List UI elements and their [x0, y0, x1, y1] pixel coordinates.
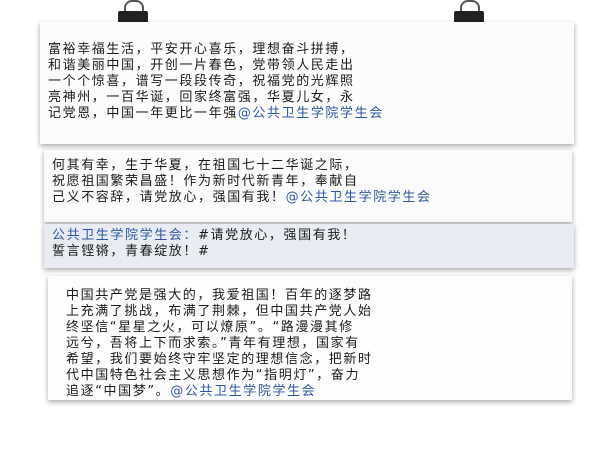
message-card-3: 公共卫生学院学生会：#请党放心，强国有我！ 誓言铿锵，青春绽放！# [44, 224, 574, 268]
mention-tag[interactable]: @公共卫生学院学生会 [238, 106, 384, 121]
mention-tag[interactable]: @公共卫生学院学生会 [286, 190, 432, 205]
message-card-1: 富裕幸福生活，平安开心喜乐，理想奋斗拼搏， 和谐美丽中国，开创一片春色，党带领人… [40, 22, 574, 144]
author-tag[interactable]: 公共卫生学院学生会： [52, 228, 198, 243]
message-card-2: 何其有幸，生于华夏，在祖国七十二华诞之际， 祝愿祖国繁荣昌盛！作为新时代新青年，… [44, 150, 572, 222]
message-card-4: 中国共产党是强大的，我爱祖国！百年的逐梦路 上充满了挑战，布满了荆棘，但中国共产… [48, 276, 572, 400]
mention-tag[interactable]: @公共卫生学院学生会 [170, 384, 316, 399]
message-text: 中国共产党是强大的，我爱祖国！百年的逐梦路 上充满了挑战，布满了荆棘，但中国共产… [66, 288, 373, 399]
